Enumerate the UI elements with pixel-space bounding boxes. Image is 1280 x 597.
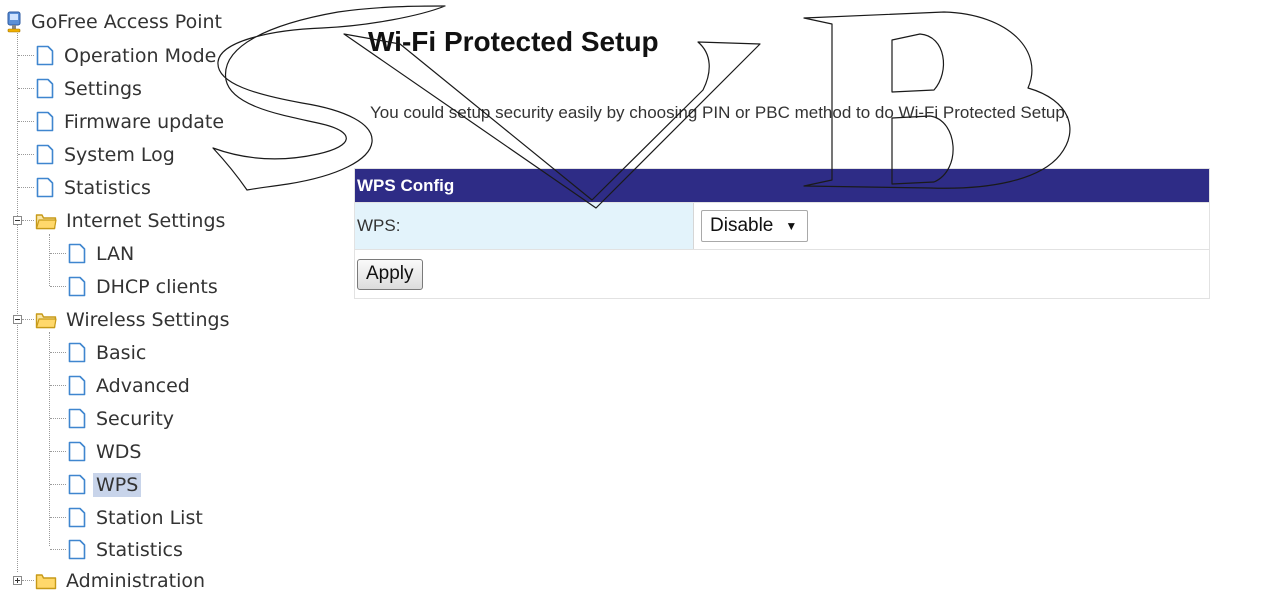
page-icon: [68, 342, 86, 363]
folder-icon: [35, 214, 57, 230]
page-icon: [36, 177, 54, 198]
tree-item-wireless-statistics[interactable]: Statistics: [67, 533, 186, 566]
page-icon: [36, 144, 54, 165]
wps-select-value: Disable: [710, 215, 774, 236]
expand-administration-icon[interactable]: [13, 576, 22, 585]
tree-connector: [22, 220, 34, 221]
tree-connector: [50, 451, 66, 452]
page-icon: [68, 243, 86, 264]
apply-row: Apply: [355, 249, 1209, 298]
page-icon: [36, 45, 54, 66]
tree-connector: [50, 352, 66, 353]
tree-connector: [22, 580, 34, 581]
wps-field-label: WPS:: [355, 203, 694, 249]
tree-connector: [49, 234, 50, 286]
page-icon: [68, 507, 86, 528]
tree-root[interactable]: GoFree Access Point: [6, 5, 225, 38]
tree-item-firmware-update[interactable]: Firmware update: [35, 105, 227, 138]
tree-item-label: Station List: [96, 506, 203, 529]
tree-folder-administration[interactable]: Administration: [35, 564, 208, 597]
tree-connector: [50, 418, 66, 419]
tree-item-label: Statistics: [96, 538, 183, 561]
wps-row: WPS: Disable ▼: [355, 202, 1209, 249]
page-icon: [68, 276, 86, 297]
tree-item-advanced[interactable]: Advanced: [67, 369, 193, 402]
tree-connector: [50, 253, 66, 254]
tree-connector: [50, 549, 66, 550]
tree-connector: [18, 187, 34, 188]
tree-item-wps[interactable]: WPS: [67, 468, 142, 501]
main-content: Wi-Fi Protected Setup You could setup se…: [354, 0, 1274, 594]
tree-connector: [49, 332, 50, 546]
tree-item-label: Firmware update: [64, 110, 225, 133]
tree-item-station-list[interactable]: Station List: [67, 501, 206, 534]
page-icon: [68, 474, 86, 495]
tree-folder-label: Administration: [66, 569, 206, 592]
apply-button[interactable]: Apply: [357, 258, 423, 290]
page-icon: [68, 375, 86, 396]
tree-item-settings[interactable]: Settings: [35, 72, 145, 105]
tree-connector: [50, 385, 66, 386]
tree-connector: [50, 286, 66, 287]
tree-item-lan[interactable]: LAN: [67, 237, 137, 270]
tree-item-label: Operation Mode: [64, 44, 217, 67]
wps-config-header: WPS Config: [355, 169, 1209, 202]
tree-folder-label: Internet Settings: [66, 209, 226, 232]
tree-item-statistics[interactable]: Statistics: [35, 171, 154, 204]
tree-item-label: Statistics: [64, 176, 151, 199]
page-icon: [68, 441, 86, 462]
tree-connector: [50, 484, 66, 485]
page-icon: [68, 539, 86, 560]
tree-item-security[interactable]: Security: [67, 402, 177, 435]
tree-item-basic[interactable]: Basic: [67, 336, 149, 369]
chevron-down-icon: ▼: [785, 219, 798, 233]
page-icon: [36, 78, 54, 99]
navigation-tree: GoFree Access Point Operation Mode Setti…: [0, 0, 300, 594]
tree-item-dhcp-clients[interactable]: DHCP clients: [67, 270, 221, 303]
tree-folder-internet-settings[interactable]: Internet Settings: [35, 204, 228, 237]
tree-connector: [22, 319, 34, 320]
tree-folder-label: Wireless Settings: [66, 308, 230, 331]
wps-value-cell: Disable ▼: [694, 203, 1209, 249]
folder-icon: [35, 574, 57, 590]
tree-folder-wireless-settings[interactable]: Wireless Settings: [35, 303, 232, 336]
page-description: You could setup security easily by choos…: [370, 103, 1070, 122]
tree-connector: [18, 121, 34, 122]
tree-root-label: GoFree Access Point: [31, 10, 222, 33]
folder-icon: [35, 313, 57, 329]
tree-item-label-selected: WPS: [93, 472, 142, 497]
tree-connector: [18, 154, 34, 155]
collapse-internet-settings-icon[interactable]: [13, 216, 22, 225]
tree-item-label: DHCP clients: [96, 275, 218, 298]
tree-connector: [17, 31, 18, 572]
tree-item-system-log[interactable]: System Log: [35, 138, 178, 171]
tree-connector: [18, 55, 34, 56]
tree-connector: [50, 517, 66, 518]
tree-item-label: Security: [96, 407, 175, 430]
tree-item-operation-mode[interactable]: Operation Mode: [35, 39, 219, 72]
wps-config-table: WPS Config WPS: Disable ▼ Apply: [354, 168, 1210, 299]
wps-select[interactable]: Disable ▼: [701, 210, 809, 242]
page-icon: [68, 408, 86, 429]
tree-connector: [18, 88, 34, 89]
tree-item-label: Advanced: [96, 374, 190, 397]
page-title: Wi-Fi Protected Setup: [368, 26, 659, 57]
tree-item-label: Settings: [64, 77, 142, 100]
collapse-wireless-settings-icon[interactable]: [13, 315, 22, 324]
tree-item-label: WDS: [96, 440, 142, 463]
tree-item-label: System Log: [64, 143, 175, 166]
tree-item-label: LAN: [96, 242, 135, 265]
page-icon: [36, 111, 54, 132]
tree-item-label: Basic: [96, 341, 147, 364]
tree-item-wds[interactable]: WDS: [67, 435, 144, 468]
network-computer-icon: [7, 11, 21, 32]
